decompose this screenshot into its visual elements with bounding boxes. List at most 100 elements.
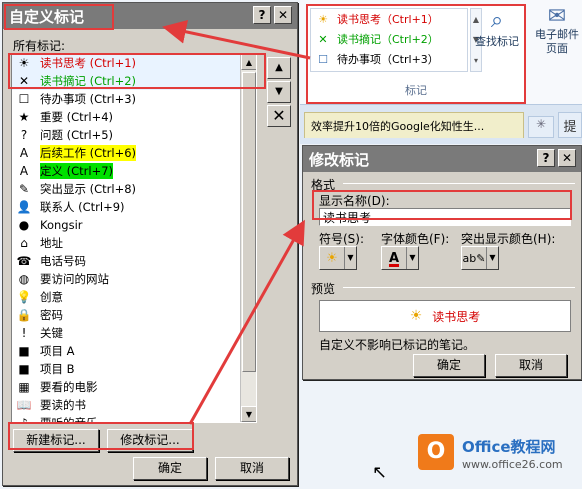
- modify-tag-dialog: 修改标记 ? ✕ 格式 显示名称(D): 符号(S): 字体颜色(F): 突出显…: [302, 145, 582, 380]
- ok-button[interactable]: 确定: [133, 457, 207, 480]
- tag-symbol-icon: ▦: [18, 380, 30, 394]
- all-tags-list[interactable]: ☀ 读书思考 (Ctrl+1) ✕ 读书摘记 (Ctrl+2) ☐ 待办事项 (Ctrl+…: [11, 53, 257, 423]
- highlight-color-label: 突出显示颜色(H):: [461, 232, 556, 246]
- tag-list-item[interactable]: ? 问题 (Ctrl+5): [12, 126, 256, 144]
- gallery-item-label: 待办事项（Ctrl+3）: [337, 53, 439, 66]
- tag-list-item[interactable]: ☐ 待办事项 (Ctrl+3): [12, 90, 256, 108]
- sun-icon: ☀: [409, 308, 423, 324]
- preview-label: 预览: [311, 282, 336, 296]
- gallery-item-label: 读书摘记（Ctrl+2）: [337, 33, 439, 46]
- help-button[interactable]: ?: [537, 149, 555, 167]
- close-button[interactable]: ✕: [274, 6, 292, 24]
- modify-tag-button[interactable]: 修改标记...: [107, 429, 193, 452]
- tag-symbol-icon: ☀: [18, 56, 30, 70]
- scroll-thumb[interactable]: [242, 72, 256, 372]
- tag-list-item[interactable]: ★ 重要 (Ctrl+4): [12, 108, 256, 126]
- tag-list-item[interactable]: 🔒 密码: [12, 306, 256, 324]
- scroll-up-arrow[interactable]: ▲: [241, 54, 256, 70]
- tags-group-caption: 标记: [405, 84, 427, 97]
- scroll-down-arrow[interactable]: ▼: [241, 406, 256, 422]
- format-label: 格式: [311, 178, 336, 192]
- cancel-button[interactable]: 取消: [215, 457, 289, 480]
- tag-list-item[interactable]: ■ 项目 A: [12, 342, 256, 360]
- email-page-button[interactable]: ✉ 电子邮件 页面: [532, 6, 582, 80]
- tag-label: 项目 A: [40, 344, 75, 358]
- find-tags-icon: ⌕: [490, 8, 504, 33]
- tag-list-item[interactable]: A 后续工作 (Ctrl+6): [12, 144, 256, 162]
- tag-list-item[interactable]: ☎ 电话号码: [12, 252, 256, 270]
- note-text: 自定义不影响已标记的笔记。: [319, 338, 476, 352]
- tag-list-item[interactable]: 💡 创意: [12, 288, 256, 306]
- tag-label: 地址: [40, 236, 63, 250]
- tag-symbol-icon: ✕: [18, 74, 30, 88]
- office-logo-icon: O: [418, 434, 454, 470]
- new-page-tab[interactable]: ✳: [528, 116, 554, 138]
- tag-symbol-icon: ☐: [18, 92, 30, 106]
- checkbox-icon: ☐: [318, 52, 328, 66]
- tag-symbol-icon: !: [21, 326, 27, 340]
- tags-gallery: ☀ 读书思考（Ctrl+1） ✕ 读书摘记（Ctrl+2） ☐ 待办事项（Ctr…: [310, 8, 468, 72]
- tag-symbol-icon: ◍: [18, 272, 30, 286]
- tag-symbol-icon: ✎: [18, 182, 30, 196]
- tag-symbol-icon: 👤: [16, 200, 32, 214]
- cancel-button[interactable]: 取消: [495, 354, 567, 377]
- tag-label: 问题 (Ctrl+5): [40, 128, 114, 142]
- tag-label: 读书思考 (Ctrl+1): [40, 56, 137, 70]
- tag-label: Kongsir: [40, 218, 83, 232]
- tag-list-item[interactable]: 👤 联系人 (Ctrl+9): [12, 198, 256, 216]
- tag-rows: ☀ 读书思考 (Ctrl+1) ✕ 读书摘记 (Ctrl+2) ☐ 待办事项 (Ctrl+…: [12, 54, 256, 423]
- email-page-label-2: 页面: [546, 42, 568, 55]
- dialog-title: 自定义标记: [9, 8, 85, 26]
- tag-label: 要读的书: [40, 398, 86, 412]
- new-tag-button[interactable]: 新建标记...: [13, 429, 99, 452]
- tag-symbol-icon: A: [19, 146, 29, 160]
- tag-list-item[interactable]: ✕ 读书摘记 (Ctrl+2): [12, 72, 256, 90]
- tag-list-scrollbar[interactable]: ▲ ▼: [240, 54, 256, 422]
- tag-label: 后续工作 (Ctrl+6): [40, 145, 137, 161]
- page-tab-partial[interactable]: 提: [558, 112, 582, 138]
- ok-button[interactable]: 确定: [413, 354, 485, 377]
- tag-label: 电话号码: [40, 254, 86, 268]
- watermark: O Office教程网 www.office26.com: [410, 420, 580, 486]
- chevron-down-icon: ▼: [486, 247, 498, 269]
- symbol-label: 符号(S):: [319, 232, 365, 246]
- gallery-item-1[interactable]: ☀ 读书思考（Ctrl+1）: [311, 9, 467, 29]
- page-tab[interactable]: 效率提升10倍的Google化知性生...: [304, 112, 524, 138]
- tag-label: 读书摘记 (Ctrl+2): [40, 74, 137, 88]
- arrow-down-icon: ▼: [275, 86, 283, 97]
- tag-label: 要听的音乐: [40, 416, 98, 423]
- font-color-picker[interactable]: A ▼: [381, 246, 419, 270]
- tag-symbol-icon: ☎: [16, 254, 32, 268]
- highlight-color-picker[interactable]: ab✎ ▼: [461, 246, 499, 270]
- find-tags-label: 查找标记: [475, 35, 519, 48]
- move-up-button[interactable]: ▲: [267, 57, 291, 79]
- tag-list-item[interactable]: ⌂ 地址: [12, 234, 256, 252]
- symbol-picker[interactable]: ☀ ▼: [319, 246, 357, 270]
- tag-label: 要看的电影: [40, 380, 98, 394]
- gallery-item-2[interactable]: ✕ 读书摘记（Ctrl+2）: [311, 29, 467, 49]
- tag-list-item[interactable]: ■ 项目 B: [12, 360, 256, 378]
- tag-list-item[interactable]: ✎ 突出显示 (Ctrl+8): [12, 180, 256, 198]
- help-button[interactable]: ?: [253, 6, 271, 24]
- display-name-label: 显示名称(D):: [319, 194, 390, 208]
- find-tags-button[interactable]: ⌕ 查找标记: [468, 4, 526, 74]
- tag-list-item[interactable]: ◍ 要访问的网站: [12, 270, 256, 288]
- tag-list-item[interactable]: ♪ 要听的音乐: [12, 414, 256, 423]
- tag-symbol-icon: ★: [18, 110, 30, 124]
- tag-list-item[interactable]: ☀ 读书思考 (Ctrl+1): [12, 54, 256, 72]
- close-button[interactable]: ✕: [558, 149, 576, 167]
- delete-tag-button[interactable]: ✕: [267, 105, 291, 127]
- tag-list-item[interactable]: ! 关键: [12, 324, 256, 342]
- tag-list-item[interactable]: 📖 要读的书: [12, 396, 256, 414]
- tag-symbol-icon: ⌂: [20, 236, 28, 250]
- tag-symbol-icon: ■: [18, 344, 30, 358]
- tag-list-item[interactable]: ▦ 要看的电影: [12, 378, 256, 396]
- tag-symbol-icon: ■: [18, 362, 30, 376]
- display-name-input[interactable]: [319, 208, 571, 226]
- tag-label: 联系人 (Ctrl+9): [40, 200, 125, 214]
- font-color-icon: A: [388, 250, 400, 266]
- move-down-button[interactable]: ▼: [267, 81, 291, 103]
- tag-list-item[interactable]: ● Kongsir: [12, 216, 256, 234]
- gallery-item-3[interactable]: ☐ 待办事项（Ctrl+3）: [311, 49, 467, 69]
- tag-list-item[interactable]: A 定义 (Ctrl+7): [12, 162, 256, 180]
